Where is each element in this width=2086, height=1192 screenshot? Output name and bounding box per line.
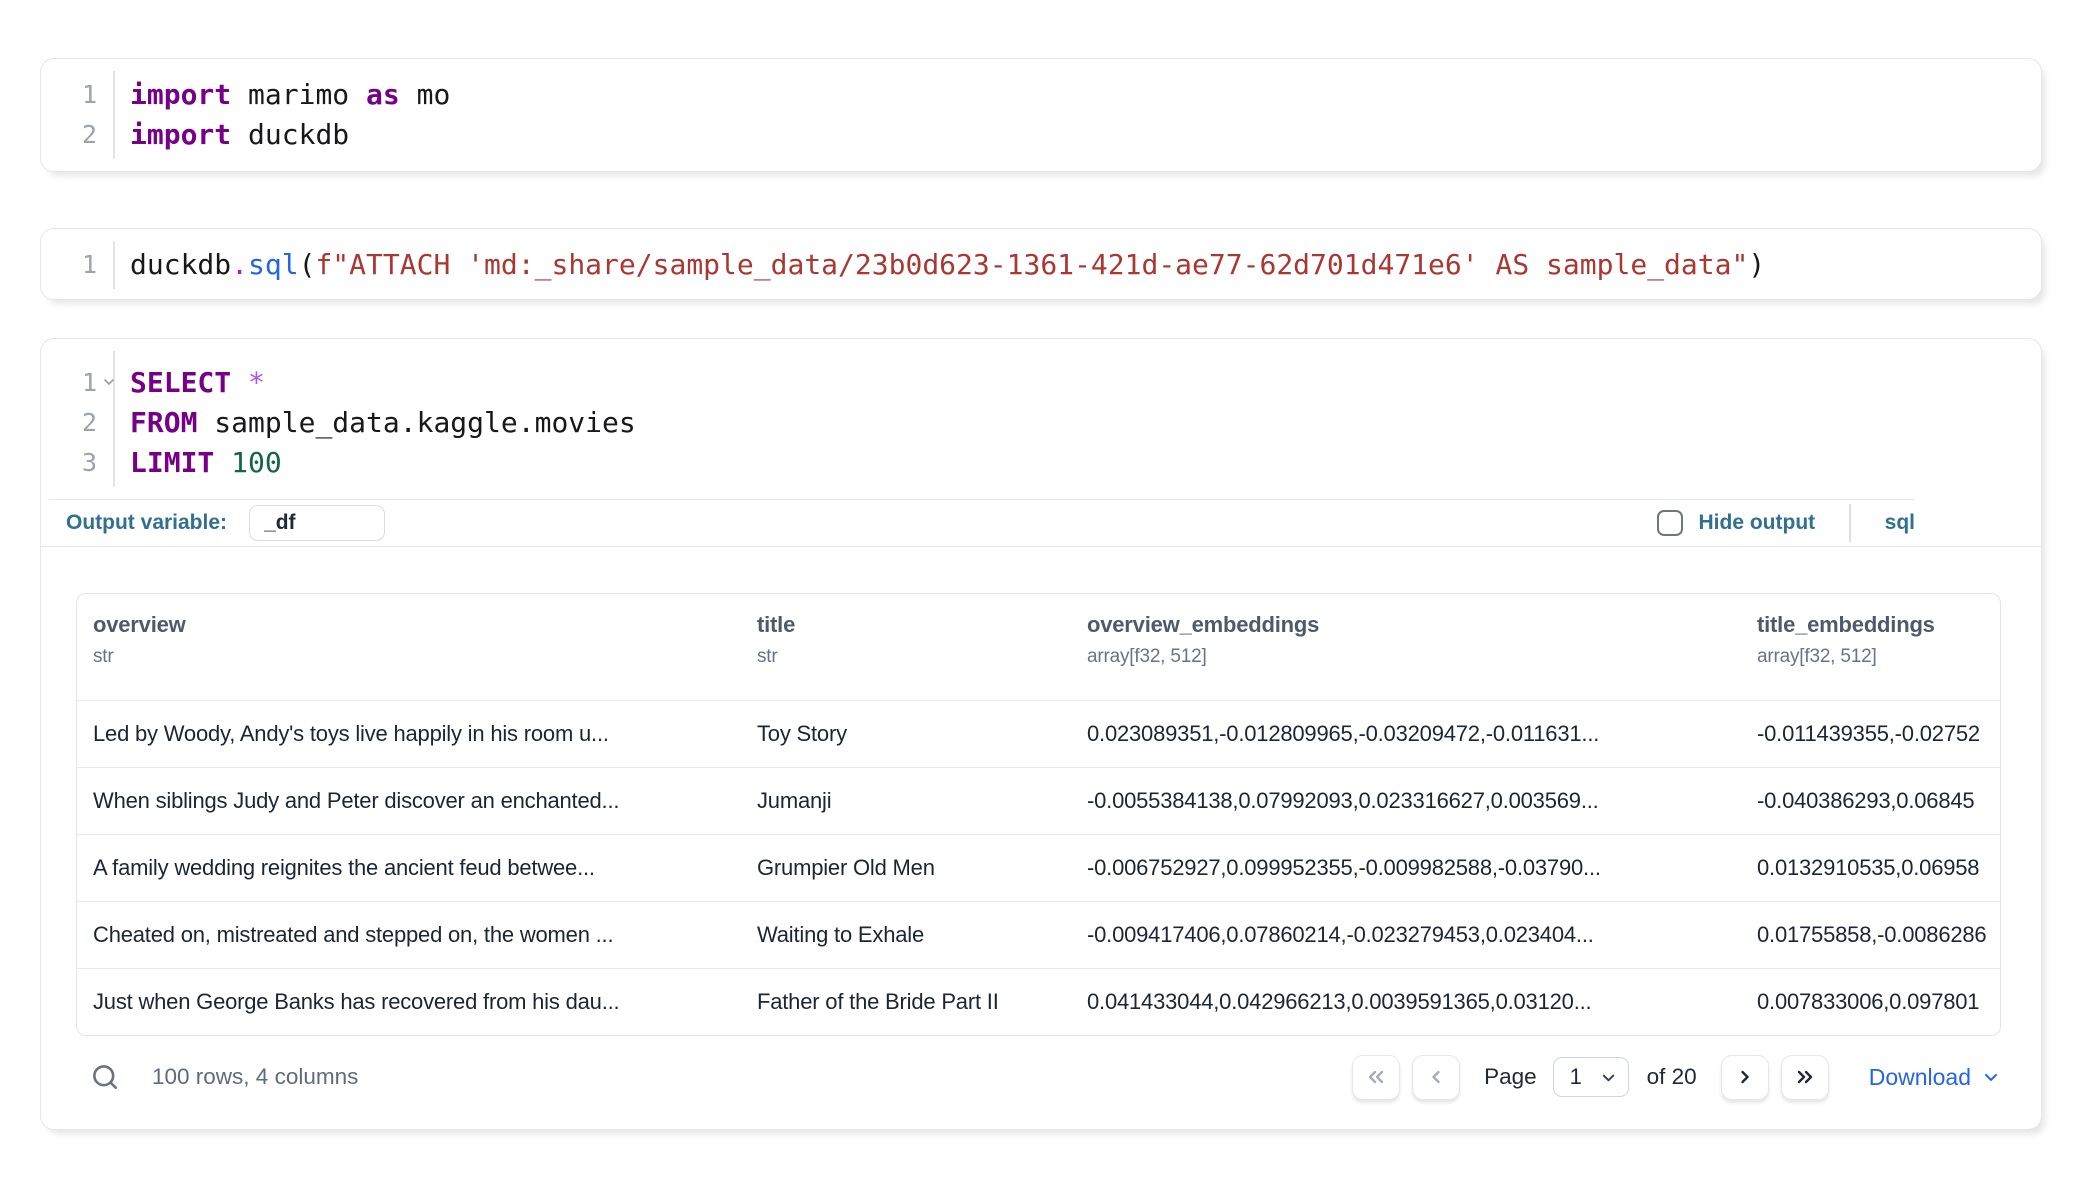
column-type: str — [93, 646, 721, 668]
next-page-button[interactable] — [1721, 1055, 1769, 1100]
table-header: overview str title str overview_embeddingsar… — [77, 594, 2000, 700]
code-line: 1import marimo as mo — [41, 75, 2041, 115]
page-total-label: of 20 — [1647, 1064, 1697, 1090]
cell-overview: Cheated on, mistreated and stepped on, t… — [77, 922, 741, 948]
table-row[interactable]: Led by Woody, Andy's toys live happily i… — [77, 700, 2000, 767]
first-page-button[interactable] — [1352, 1055, 1400, 1100]
line-number: 3 — [41, 443, 97, 483]
row-count-summary: 100 rows, 4 columns — [152, 1064, 358, 1090]
language-badge-sql[interactable]: sql — [1885, 511, 1915, 535]
table-body: Led by Woody, Andy's toys live happily i… — [77, 700, 2000, 1035]
cell-overview: Just when George Banks has recovered fro… — [77, 989, 741, 1015]
code-text: LIMIT 100 — [97, 443, 282, 483]
code-text: SELECT * — [97, 363, 265, 403]
cell-toolbar: Output variable: Hide output sql — [41, 500, 2041, 547]
cell-overview_embeddings: 0.023089351,-0.012809965,-0.03209472,-0.… — [1071, 721, 1741, 747]
cell-output: overview str title str overview_embeddingsar… — [41, 547, 2041, 1118]
cell-overview: A family wedding reignites the ancient f… — [77, 855, 741, 881]
cell-title_embeddings: -0.040386293,0.06845 — [1741, 788, 2000, 814]
cell-overview_embeddings: 0.041433044,0.042966213,0.0039591365,0.0… — [1071, 989, 1741, 1015]
code-line: 2import duckdb — [41, 115, 2041, 155]
code-editor[interactable]: 1duckdb.sql(f"ATTACH 'md:_share/sample_d… — [41, 229, 2041, 301]
table-row[interactable]: Just when George Banks has recovered fro… — [77, 968, 2000, 1035]
line-number: 2 — [41, 115, 97, 155]
notebook-cell-imports: 1import marimo as mo2import duckdb — [40, 58, 2042, 172]
cell-title_embeddings: 0.01755858,-0.0086286 — [1741, 922, 2000, 948]
output-variable-label: Output variable: — [66, 511, 227, 535]
code-editor[interactable]: 1SELECT *2FROM sample_data.kaggle.movies… — [41, 339, 2041, 499]
cell-overview_embeddings: -0.009417406,0.07860214,-0.023279453,0.0… — [1071, 922, 1741, 948]
cell-overview_embeddings: -0.0055384138,0.07992093,0.023316627,0.0… — [1071, 788, 1741, 814]
chevron-down-icon — [1599, 1068, 1618, 1087]
pagination: Page 1 of 20 — [1340, 1055, 2001, 1100]
download-button[interactable]: Download — [1869, 1064, 2001, 1091]
cell-overview_embeddings: -0.006752927,0.099952355,-0.009982588,-0… — [1071, 855, 1741, 881]
chevron-left-icon — [1424, 1065, 1448, 1089]
chevron-right-icon — [1733, 1065, 1757, 1089]
cell-title_embeddings: 0.0132910535,0.06958 — [1741, 855, 2000, 881]
output-variable-input[interactable] — [249, 505, 385, 541]
column-name: title — [757, 612, 1051, 638]
code-text: duckdb.sql(f"ATTACH 'md:_share/sample_da… — [97, 245, 1765, 285]
table-row[interactable]: A family wedding reignites the ancient f… — [77, 834, 2000, 901]
code-editor[interactable]: 1import marimo as mo2import duckdb — [41, 59, 2041, 171]
column-name: overview — [93, 612, 721, 638]
hide-output-checkbox[interactable] — [1657, 510, 1683, 536]
column-name: overview_embeddings — [1087, 612, 1721, 638]
chevrons-right-icon — [1793, 1065, 1817, 1089]
last-page-button[interactable] — [1781, 1055, 1829, 1100]
cell-title: Toy Story — [741, 721, 1071, 747]
line-number: 1 — [41, 363, 97, 403]
column-type: array[f32, 512] — [1087, 646, 1721, 668]
code-line: 1SELECT * — [41, 363, 2041, 403]
results-table: overview str title str overview_embeddingsar… — [76, 593, 2001, 1036]
column-header-overview[interactable]: overview str — [77, 594, 741, 700]
fold-chevron-down-icon[interactable] — [101, 374, 117, 390]
column-header-title_embeddings[interactable]: title_embeddings array[f32, 512] — [1741, 594, 2000, 700]
column-type: array[f32, 512] — [1757, 646, 1980, 668]
column-name: title_embeddings — [1757, 612, 1980, 638]
code-line: 3LIMIT 100 — [41, 443, 2041, 483]
cell-title_embeddings: -0.011439355,-0.02752 — [1741, 721, 2000, 747]
code-text: import marimo as mo — [97, 75, 450, 115]
code-line: 2FROM sample_data.kaggle.movies — [41, 403, 2041, 443]
cell-overview: Led by Woody, Andy's toys live happily i… — [77, 721, 741, 747]
prev-page-button[interactable] — [1412, 1055, 1460, 1100]
page-select-value: 1 — [1570, 1064, 1582, 1090]
table-row[interactable]: When siblings Judy and Peter discover an… — [77, 767, 2000, 834]
chevron-down-icon — [1971, 1067, 2001, 1087]
code-text: FROM sample_data.kaggle.movies — [97, 403, 636, 443]
table-footer: 100 rows, 4 columns Page 1 — [76, 1036, 2001, 1118]
notebook-cell-query: 1SELECT *2FROM sample_data.kaggle.movies… — [40, 338, 2042, 1130]
column-header-overview_embeddings[interactable]: overview_embeddings array[f32, 512] — [1071, 594, 1741, 700]
column-type: str — [757, 646, 1051, 668]
page-select[interactable]: 1 — [1553, 1057, 1629, 1097]
page-label: Page — [1484, 1064, 1537, 1090]
cell-title_embeddings: 0.007833006,0.097801 — [1741, 989, 2000, 1015]
line-number: 1 — [41, 245, 97, 285]
cell-title: Jumanji — [741, 788, 1071, 814]
cell-overview: When siblings Judy and Peter discover an… — [77, 788, 741, 814]
code-line: 1duckdb.sql(f"ATTACH 'md:_share/sample_d… — [41, 245, 2041, 285]
code-text: import duckdb — [97, 115, 349, 155]
cell-title: Grumpier Old Men — [741, 855, 1071, 881]
search-icon[interactable] — [90, 1062, 120, 1092]
notebook-cell-attach: 1duckdb.sql(f"ATTACH 'md:_share/sample_d… — [40, 228, 2042, 300]
column-header-title[interactable]: title str — [741, 594, 1071, 700]
line-number: 1 — [41, 75, 97, 115]
download-label: Download — [1869, 1064, 1971, 1091]
cell-title: Waiting to Exhale — [741, 922, 1071, 948]
cell-title: Father of the Bride Part II — [741, 989, 1071, 1015]
hide-output-label[interactable]: Hide output — [1699, 511, 1816, 535]
toolbar-divider — [1849, 504, 1851, 542]
table-row[interactable]: Cheated on, mistreated and stepped on, t… — [77, 901, 2000, 968]
line-number: 2 — [41, 403, 97, 443]
chevrons-left-icon — [1364, 1065, 1388, 1089]
